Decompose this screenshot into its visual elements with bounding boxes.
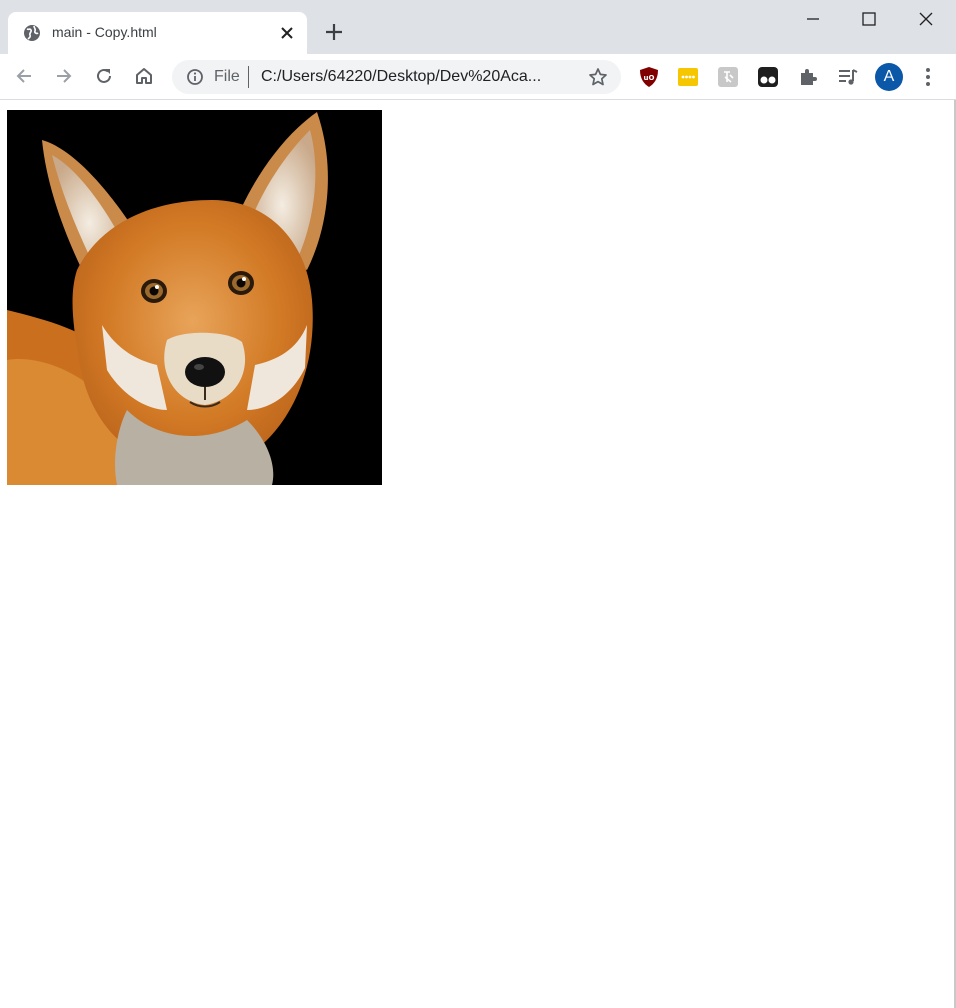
fox-illustration [7, 110, 382, 485]
tab-close-icon[interactable] [278, 24, 296, 42]
forward-icon[interactable] [53, 65, 75, 87]
bookmark-star-icon[interactable] [588, 67, 608, 87]
url-text[interactable]: C:/Users/64220/Desktop/Dev%20Aca... [261, 68, 541, 86]
active-tab[interactable]: main - Copy.html [8, 12, 307, 54]
info-icon[interactable] [186, 68, 204, 86]
maximize-icon[interactable] [857, 8, 881, 32]
extensions-puzzle-icon[interactable] [797, 66, 819, 88]
reload-icon[interactable] [93, 65, 115, 87]
svg-text:uO: uO [644, 74, 655, 82]
more-menu-icon[interactable] [918, 66, 938, 88]
password-manager-icon[interactable] [677, 66, 699, 88]
globe-icon [24, 25, 40, 41]
tampermonkey-icon[interactable] [757, 66, 779, 88]
new-tab-icon[interactable] [324, 22, 344, 42]
tab-title: main - Copy.html [52, 24, 157, 40]
back-icon[interactable] [13, 65, 35, 87]
page-viewport [0, 100, 956, 1008]
home-icon[interactable] [133, 65, 155, 87]
address-bar[interactable]: File C:/Users/64220/Desktop/Dev%20Aca... [172, 60, 621, 94]
close-icon[interactable] [914, 8, 938, 32]
media-queue-icon[interactable] [837, 66, 859, 88]
profile-avatar[interactable]: A [875, 63, 903, 91]
fox-image [7, 110, 382, 485]
ublock-icon[interactable]: uO [638, 66, 660, 88]
tab-strip: main - Copy.html [0, 0, 956, 54]
minimize-icon[interactable] [801, 8, 825, 32]
omnibox-divider [248, 66, 249, 88]
translator-icon[interactable] [717, 66, 739, 88]
scheme-label: File [214, 68, 240, 85]
